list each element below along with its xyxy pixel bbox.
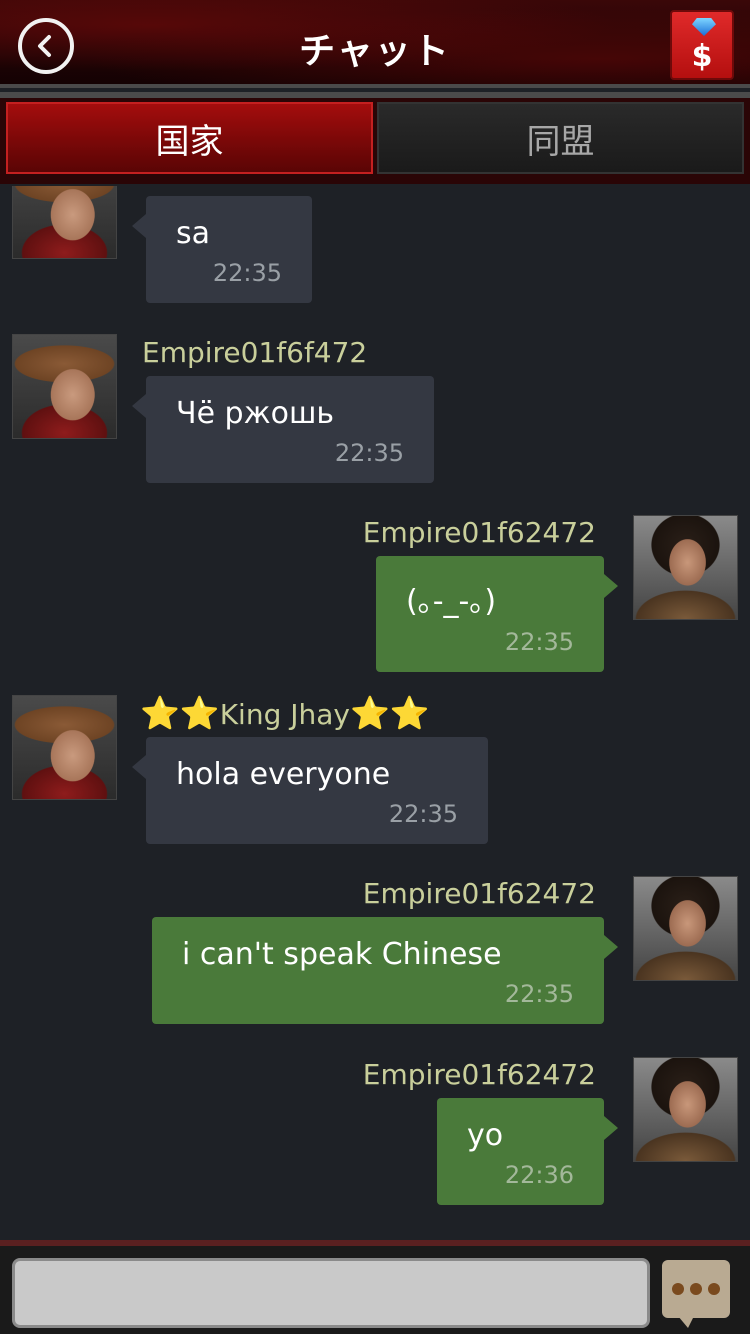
message-bubble[interactable]: Чё ржошь 22:35 — [132, 376, 434, 483]
cowboy-avatar[interactable] — [12, 695, 117, 800]
sender-name[interactable]: Empire01f62472 — [363, 1058, 596, 1091]
message-bubble[interactable]: yo 22:36 — [437, 1098, 618, 1205]
message-bubble[interactable]: sa 22:35 — [132, 196, 312, 303]
message-bubble[interactable]: i can't speak Chinese 22:35 — [152, 917, 618, 1024]
gem-icon — [692, 18, 716, 36]
chat-input[interactable] — [12, 1258, 650, 1328]
page-title: チャット — [299, 31, 451, 72]
dollar-icon: $ — [691, 39, 713, 74]
message-time: 22:35 — [212, 259, 282, 287]
chat-options-button[interactable] — [662, 1260, 730, 1328]
message-time: 22:35 — [388, 800, 458, 828]
star-icon: ⭐⭐ — [140, 694, 220, 732]
survivor-avatar[interactable] — [633, 1057, 738, 1162]
sender-name[interactable]: ⭐⭐King Jhay⭐⭐ — [140, 694, 430, 732]
sender-name[interactable]: Empire01f62472 — [363, 877, 596, 910]
survivor-avatar[interactable] — [633, 876, 738, 981]
message-text: Чё ржошь — [176, 396, 335, 431]
sender-name[interactable]: Empire01f6f472 — [142, 336, 367, 369]
tab-nation[interactable]: 国家 — [6, 102, 373, 174]
message-bubble[interactable]: hola everyone 22:35 — [132, 737, 488, 844]
message-list[interactable]: sa 22:35 Empire01f6f472 Чё ржошь 22:35 E… — [0, 186, 750, 1240]
dot-icon — [690, 1283, 702, 1295]
message-text: yo — [467, 1118, 504, 1153]
message-text: i can't speak Chinese — [182, 937, 502, 972]
dot-icon — [708, 1283, 720, 1295]
message-text: (｡-_-｡) — [406, 584, 497, 619]
chat-tabs: 国家 同盟 — [0, 92, 750, 184]
store-button[interactable]: $ — [670, 10, 734, 80]
message-time: 22:35 — [504, 980, 574, 1008]
chat-input-bar — [0, 1240, 750, 1334]
message-time: 22:35 — [504, 628, 574, 656]
dot-icon — [672, 1283, 684, 1295]
cowboy-avatar[interactable] — [12, 186, 117, 259]
survivor-avatar[interactable] — [633, 515, 738, 620]
tab-alliance[interactable]: 同盟 — [377, 102, 744, 174]
message-time: 22:35 — [334, 439, 404, 467]
header-bar: チャット $ — [0, 0, 750, 88]
message-bubble[interactable]: (｡-_-｡) 22:35 — [376, 556, 618, 672]
message-text: sa — [176, 216, 211, 251]
cowboy-avatar[interactable] — [12, 334, 117, 439]
star-icon: ⭐⭐ — [349, 694, 430, 732]
message-time: 22:36 — [504, 1161, 574, 1189]
sender-name[interactable]: Empire01f62472 — [363, 516, 596, 549]
message-text: hola everyone — [176, 757, 391, 792]
